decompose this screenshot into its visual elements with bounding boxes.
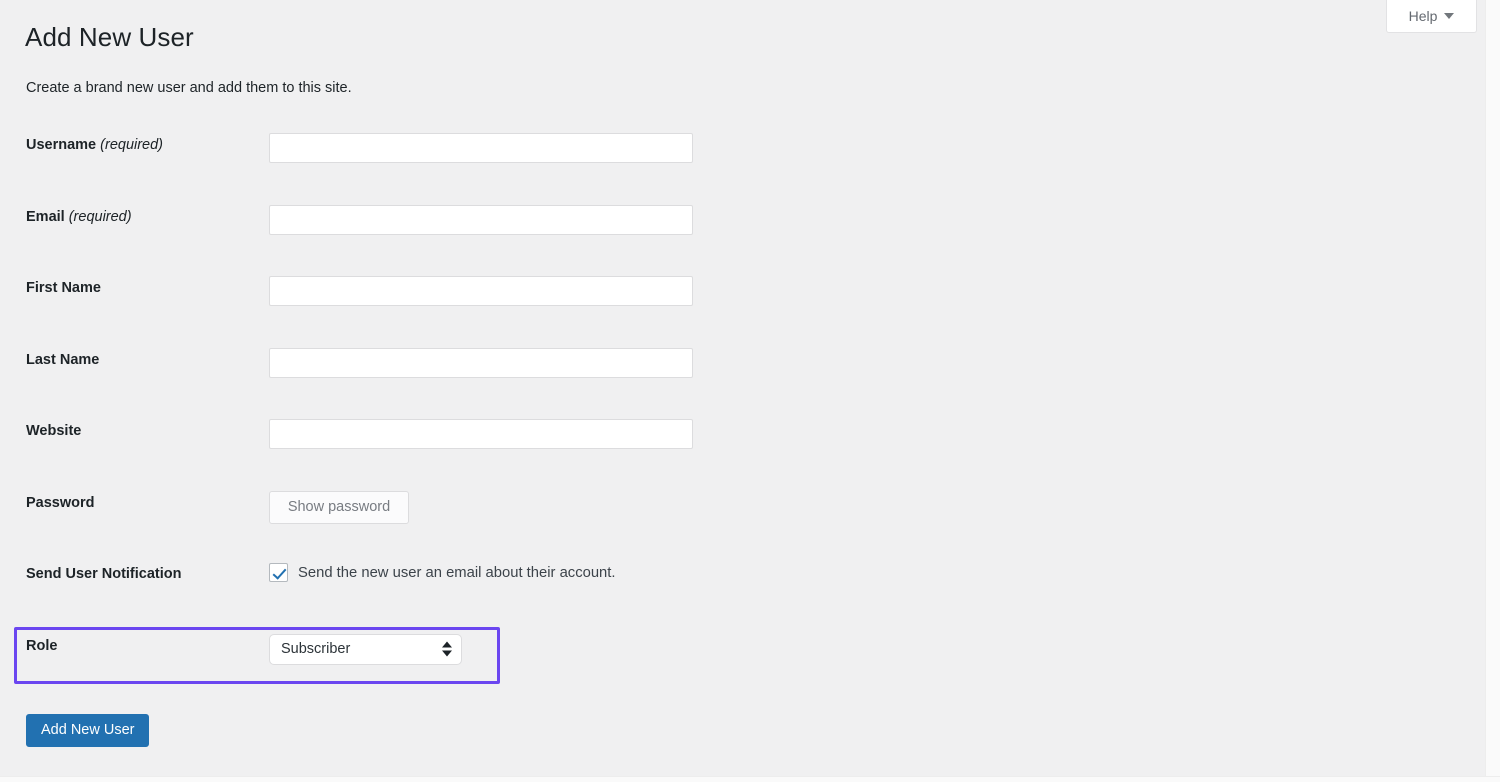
email-input[interactable] [269,204,693,235]
role-select-value: Subscriber [281,640,351,657]
field-website [269,419,760,449]
help-tab-button[interactable]: Help [1386,0,1477,33]
add-new-user-submit-button[interactable]: Add New User [26,714,150,747]
vertical-scrollbar[interactable] [1485,0,1500,782]
label-first-name: First Name [26,280,101,296]
add-user-form: Username (required) Email (required) Fir… [0,133,760,705]
website-input[interactable] [269,419,693,449]
show-password-button[interactable]: Show password [269,490,409,524]
chevron-down-icon [442,650,452,657]
label-email-required: (required) [68,208,132,225]
form-row-send-user-notification: Send User Notification Send the new user… [0,562,760,634]
send-notification-checkbox-label[interactable]: Send the new user an email about their a… [298,565,616,581]
label-website: Website [26,423,82,439]
form-row-role: Role Subscriber [0,633,760,706]
send-notification-checkbox-wrap: Send the new user an email about their a… [269,562,760,582]
form-row-username: Username (required) [0,133,760,205]
last-name-input[interactable] [269,347,693,378]
label-email: Email (required) [0,205,269,225]
form-row-last-name: Last Name [0,347,760,420]
role-select[interactable]: Subscriber [269,633,462,665]
label-username-text: Username [26,137,97,153]
send-notification-checkbox[interactable] [269,563,288,582]
form-row-password: Password Show password [0,490,760,563]
help-tab-label: Help [1408,8,1438,24]
stepper-arrows-icon [442,641,452,657]
field-password: Show password [269,490,760,524]
label-username-required: (required) [100,137,164,153]
label-password: Password [26,494,95,511]
add-new-user-screen: Help Add New User Create a brand new use… [0,0,1500,782]
form-row-first-name: First Name [0,276,760,348]
field-last-name [269,347,760,378]
first-name-input[interactable] [269,276,693,306]
label-role: Role [26,637,58,654]
chevron-up-icon [442,641,452,648]
field-email [269,204,760,235]
horizontal-scrollbar[interactable] [0,776,1500,782]
username-input[interactable] [269,133,693,163]
page-title: Add New User [25,22,194,52]
field-role: Subscriber [269,633,760,670]
chevron-down-icon [1444,13,1455,19]
label-username: Username (required) [0,133,269,153]
form-row-website: Website [0,419,760,491]
field-send-user-notification: Send the new user an email about their a… [269,562,760,582]
page-description: Create a brand new user and add them to … [26,80,352,96]
form-row-email: Email (required) [0,204,760,277]
field-first-name [269,276,760,306]
label-last-name: Last Name [26,351,100,368]
label-send-user-notification: Send User Notification [26,566,182,582]
label-email-text: Email [26,208,65,225]
field-username [269,133,760,163]
